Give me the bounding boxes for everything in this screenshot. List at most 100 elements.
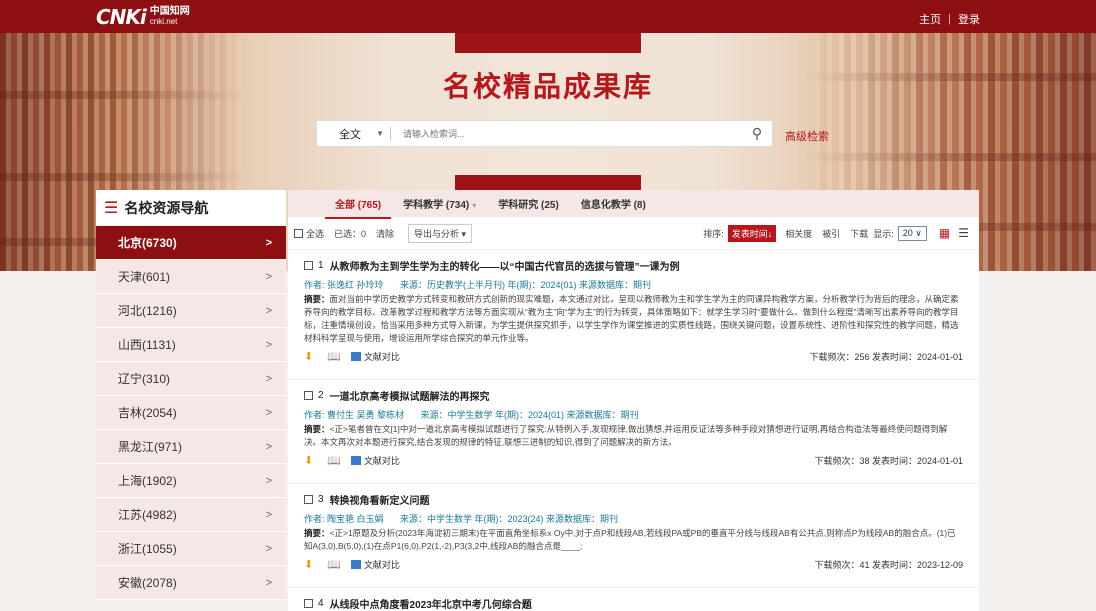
read-book-icon[interactable]: 📖 bbox=[327, 350, 341, 363]
download-icon[interactable]: ⬇ bbox=[304, 350, 313, 363]
login-link[interactable]: 登录 bbox=[958, 11, 980, 27]
result-checkbox[interactable] bbox=[304, 494, 313, 504]
nav-item-tianjin[interactable]: 天津(601) > bbox=[96, 260, 286, 294]
result-source: 来源：中学生数学 年(期)：2023(24) 来源数据库：期刊 bbox=[400, 514, 619, 524]
export-analyze-button[interactable]: 导出与分析 ▾ bbox=[408, 223, 473, 243]
result-stats: 下载频次：256 发表时间：2024-01-01 bbox=[809, 351, 963, 362]
logo-cn: 中国知网 bbox=[149, 6, 190, 17]
download-icon[interactable]: ⬇ bbox=[304, 454, 313, 467]
chevron-right-icon: > bbox=[265, 372, 272, 385]
nav-item-jilin[interactable]: 吉林(2054) > bbox=[96, 396, 286, 430]
result-checkbox[interactable] bbox=[304, 390, 313, 400]
compare-icon[interactable] bbox=[350, 351, 361, 361]
search-type-select[interactable]: 全文 ▼ bbox=[317, 126, 390, 142]
result-item: 2 一道北京高考模拟试题解法的再探究 作者: 曹付生 吴勇 黎栋材 来源：中学生… bbox=[288, 380, 979, 484]
select-all-checkbox[interactable] bbox=[294, 228, 303, 238]
chevron-right-icon: > bbox=[265, 474, 272, 487]
tab-subject-teaching[interactable]: 学科教学 (734) ▾ bbox=[403, 196, 476, 211]
chevron-right-icon: > bbox=[265, 304, 272, 317]
result-checkbox[interactable] bbox=[304, 260, 313, 270]
advanced-search-link[interactable]: 高级检索 bbox=[785, 128, 829, 144]
nav-item-hebei[interactable]: 河北(1216) > bbox=[96, 294, 286, 328]
logo-en: cnki.net bbox=[149, 17, 178, 26]
grid-view-icon[interactable]: ▦ bbox=[939, 226, 950, 240]
search-input[interactable] bbox=[391, 128, 742, 139]
menu-icon: ☰ bbox=[104, 199, 119, 217]
ribbon-decoration-bottom bbox=[455, 175, 641, 191]
category-tabs: 全部 (765) 学科教学 (734) ▾ 学科研究 (25) 信息化教学 (8) bbox=[288, 190, 979, 219]
chevron-right-icon: > bbox=[265, 508, 272, 521]
chevron-right-icon: > bbox=[265, 270, 272, 283]
download-icon[interactable]: ⬇ bbox=[304, 558, 313, 571]
search-bar: 全文 ▼ ⚲ bbox=[316, 120, 773, 147]
result-title[interactable]: 转换视角看新定义问题 bbox=[330, 492, 430, 507]
nav-item-zhejiang[interactable]: 浙江(1055) > bbox=[96, 532, 286, 566]
list-view-icon[interactable]: ☰ bbox=[958, 226, 969, 240]
result-title[interactable]: 从教师教为主到学生学为主的转化——以“中国古代官员的选拔与管理”一课为例 bbox=[330, 258, 680, 273]
chevron-right-icon: > bbox=[265, 338, 272, 351]
result-source: 来源：中学生数学 年(期)：2024(01) 来源数据库：期刊 bbox=[420, 410, 639, 420]
sort-by-cited-button[interactable]: 被引 bbox=[822, 227, 840, 240]
chevron-right-icon: > bbox=[265, 440, 272, 453]
chevron-down-icon: ▾ bbox=[472, 201, 477, 210]
sort-by-relevance-button[interactable]: 相关度 bbox=[785, 227, 812, 240]
read-book-icon[interactable]: 📖 bbox=[327, 454, 341, 467]
nav-item-heilongjiang[interactable]: 黑龙江(971) > bbox=[96, 430, 286, 464]
chevron-right-icon: > bbox=[265, 576, 272, 589]
compare-link[interactable]: 文献对比 bbox=[364, 454, 400, 467]
top-bar: CNKi 中国知网 cnki.net 主页 | 登录 bbox=[0, 0, 1096, 33]
nav-item-beijing[interactable]: 北京(6730) > bbox=[96, 226, 286, 260]
caret-down-icon: ▼ bbox=[376, 129, 384, 138]
chevron-right-icon: > bbox=[265, 542, 272, 555]
home-link[interactable]: 主页 bbox=[919, 11, 941, 27]
nav-title: 名校资源导航 bbox=[124, 199, 209, 216]
nav-item-anhui[interactable]: 安徽(2078) > bbox=[96, 566, 286, 600]
result-title[interactable]: 一道北京高考模拟试题解法的再探究 bbox=[330, 388, 490, 403]
display-label: 显示: bbox=[873, 228, 894, 239]
nav-item-shanghai[interactable]: 上海(1902) > bbox=[96, 464, 286, 498]
result-title[interactable]: 从线段中点角度看2023年北京中考几何综合题 bbox=[330, 596, 532, 611]
compare-link[interactable]: 文献对比 bbox=[364, 558, 400, 571]
result-authors[interactable]: 作者: 曹付生 吴勇 黎栋材 bbox=[304, 410, 404, 420]
tab-it-teaching[interactable]: 信息化教学 (8) bbox=[581, 196, 646, 211]
nav-header: ☰ 名校资源导航 bbox=[96, 190, 286, 226]
tab-subject-research[interactable]: 学科研究 (25) bbox=[498, 196, 559, 211]
nav-item-shanxi[interactable]: 山西(1131) > bbox=[96, 328, 286, 362]
read-book-icon[interactable]: 📖 bbox=[327, 558, 341, 571]
nav-item-jiangsu[interactable]: 江苏(4982) > bbox=[96, 498, 286, 532]
result-stats: 下载频次：41 发表时间：2023-12-09 bbox=[814, 559, 963, 570]
school-resource-nav: ☰ 名校资源导航 北京(6730) > 天津(601) > 河北(1216) > 山西… bbox=[96, 190, 286, 600]
result-source: 来源：历史教学(上半月刊) 年(期)：2024(01) 来源数据库：期刊 bbox=[400, 280, 652, 290]
page-size-select[interactable]: 20 ∨ bbox=[897, 225, 927, 241]
sort-label: 排序: bbox=[703, 228, 724, 239]
results-panel: 全部 (765) 学科教学 (734) ▾ 学科研究 (25) 信息化教学 (8)… bbox=[288, 190, 979, 611]
select-all-label[interactable]: 全选 bbox=[306, 227, 324, 240]
result-abstract: 摘要：面对当前中学历史教学方式转变和教研方式创新的现实难题，本文通过对比，呈现以… bbox=[304, 294, 959, 343]
compare-icon[interactable] bbox=[350, 559, 361, 569]
nav-item-liaoning[interactable]: 辽宁(310) > bbox=[96, 362, 286, 396]
sort-by-date-button[interactable]: 发表时间↓ bbox=[727, 224, 777, 242]
chevron-right-icon: > bbox=[265, 236, 272, 249]
ribbon-decoration-top bbox=[455, 33, 641, 53]
result-item: 4 从线段中点角度看2023年北京中考几何综合题 bbox=[288, 588, 979, 611]
result-item: 1 从教师教为主到学生学为主的转化——以“中国古代官员的选拔与管理”一课为例 作… bbox=[288, 250, 979, 380]
result-stats: 下载频次：38 发表时间：2024-01-01 bbox=[814, 455, 963, 466]
result-abstract: 摘要：<正>1原题及分析(2023年海淀初三期末)在平面直角坐标系x Oy中,对… bbox=[304, 528, 956, 551]
cnki-logo[interactable]: CNKi 中国知网 cnki.net bbox=[96, 5, 190, 29]
search-icon[interactable]: ⚲ bbox=[742, 125, 772, 142]
result-authors[interactable]: 作者: 张逸红 孙玲玲 bbox=[304, 280, 384, 290]
results-toolbar: 全选 已选：0 清除 导出与分析 ▾ 排序: 发表时间↓ 相关度 被引 下载 显… bbox=[288, 217, 979, 250]
result-authors[interactable]: 作者: 陶宝艳 白玉娟 bbox=[304, 514, 384, 524]
result-abstract: 摘要：<正>笔者曾在文[1]中对一道北京高考模拟试题进行了探究:从特例入手,发现… bbox=[304, 424, 948, 447]
clear-button[interactable]: 清除 bbox=[376, 227, 394, 240]
chevron-right-icon: > bbox=[265, 406, 272, 419]
result-checkbox[interactable] bbox=[304, 598, 313, 608]
result-item: 3 转换视角看新定义问题 作者: 陶宝艳 白玉娟 来源：中学生数学 年(期)：2… bbox=[288, 484, 979, 588]
compare-link[interactable]: 文献对比 bbox=[364, 350, 400, 363]
compare-icon[interactable] bbox=[350, 455, 361, 465]
page-title: 名校精品成果库 bbox=[442, 70, 653, 103]
sort-by-download-button[interactable]: 下载 bbox=[850, 227, 868, 240]
selected-count: 已选：0 bbox=[334, 228, 367, 239]
tab-all[interactable]: 全部 (765) bbox=[324, 196, 392, 219]
logo-text: CNKi bbox=[96, 5, 147, 29]
